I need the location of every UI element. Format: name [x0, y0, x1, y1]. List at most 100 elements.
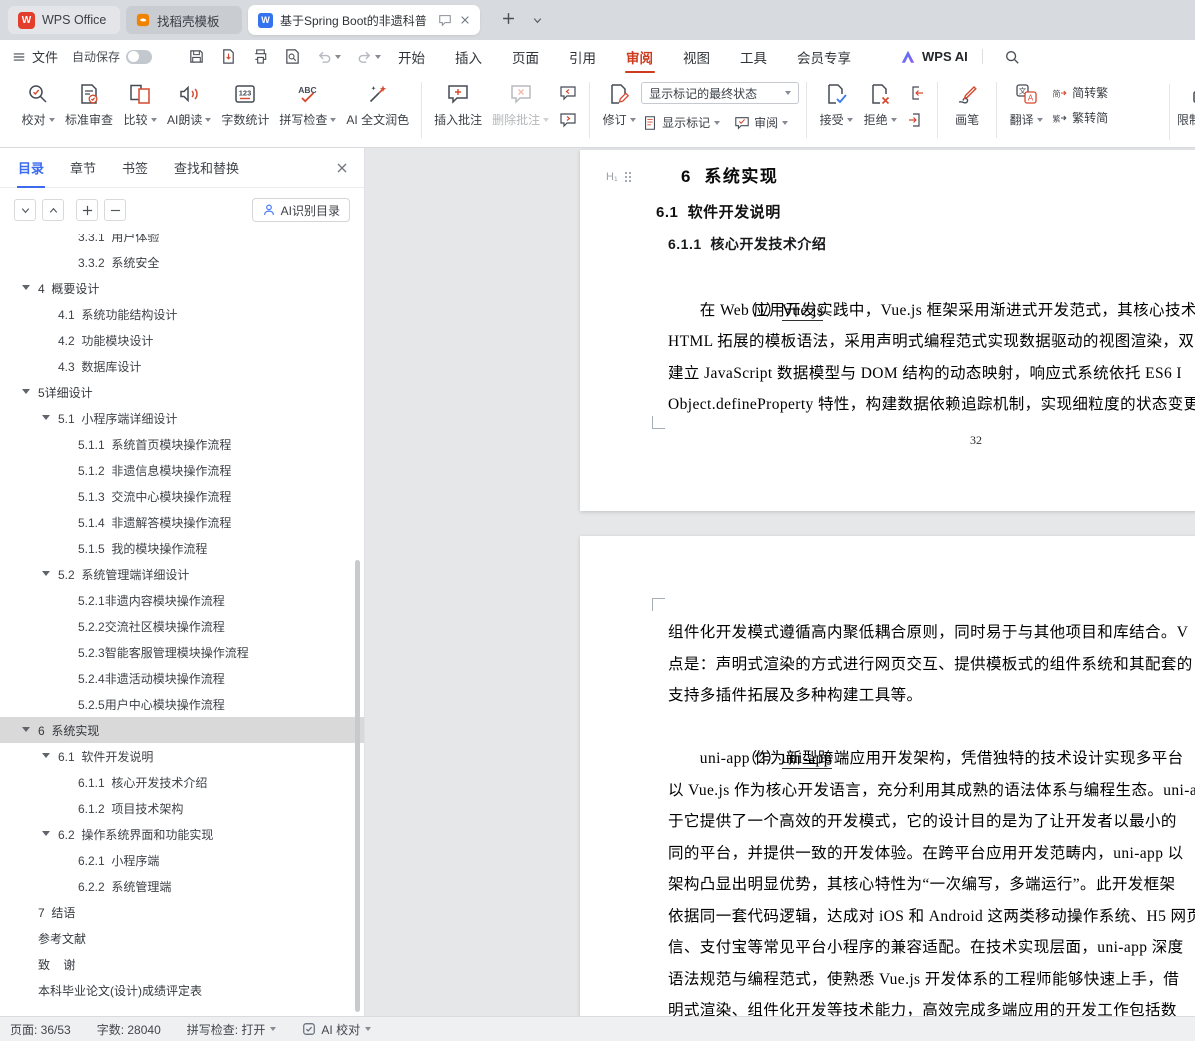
tab-wps-home[interactable]: W WPS Office: [8, 6, 120, 34]
save-icon[interactable]: [188, 48, 205, 65]
new-tab-button[interactable]: [502, 12, 515, 25]
document-text-line[interactable]: 语法规范与编程范式，使熟悉 Vue.js 开发体系的工程师能够快速上手，借: [668, 964, 1195, 996]
standard-review-button[interactable]: 标准审查: [60, 80, 118, 128]
doc-list-item[interactable]: （2）uni-app: [668, 712, 1195, 769]
document-text-line[interactable]: 于它提供了一个高效的开发模式，它的设计目的是为了让开发者以最小的: [668, 806, 1195, 838]
word-count-indicator[interactable]: 字数: 28040: [97, 1021, 161, 1038]
outline-item[interactable]: 3.3.1 用户体验: [0, 234, 364, 249]
print-preview-icon[interactable]: [284, 48, 301, 65]
outline-item[interactable]: 5.1.1 系统首页模块操作流程: [0, 431, 364, 457]
reject-change-button[interactable]: 拒绝: [858, 80, 902, 128]
sidebar-scrollbar-thumb[interactable]: [355, 560, 360, 1012]
delete-comment-button[interactable]: 删除批注: [487, 80, 554, 128]
drag-handle-icon[interactable]: [623, 170, 633, 184]
sidebar-tab[interactable]: 目录: [16, 148, 46, 188]
redo-button[interactable]: [356, 48, 381, 65]
sidebar-tab[interactable]: 书签: [122, 148, 148, 188]
doc-heading-level3[interactable]: 6.1.1 核心开发技术介绍: [668, 235, 1195, 254]
document-text-line[interactable]: 在 Web 应用开发实践中，Vue.js 框架采用渐进式开发范式，其核心技术: [668, 295, 1195, 327]
outline-item[interactable]: 6.2 操作系统界面和功能实现: [0, 821, 364, 847]
collapse-all-button[interactable]: [42, 199, 64, 221]
outline-item[interactable]: 本科毕业论文(设计)成绩评定表: [0, 977, 364, 1003]
compare-button[interactable]: 比较: [118, 80, 162, 128]
document-canvas[interactable]: H₁ 6 系统实现 6.1 软件开发说明 6.1.1 核心开发技术介绍 （1）V…: [365, 148, 1195, 1016]
outline-item[interactable]: 5.1 小程序端详细设计: [0, 405, 364, 431]
ai-reading-button[interactable]: AI朗读: [162, 80, 216, 128]
close-sidebar-button[interactable]: [336, 161, 348, 179]
outline-item[interactable]: 5.1.3 交流中心模块操作流程: [0, 483, 364, 509]
ribbon-tab[interactable]: 引用: [569, 40, 596, 73]
document-text-line[interactable]: 建立 JavaScript 数据模型与 DOM 结构的动态映射，响应式系统依托 …: [668, 358, 1195, 390]
expand-arrow-icon[interactable]: [22, 389, 30, 394]
heading-handle[interactable]: H₁: [606, 170, 633, 184]
translate-button[interactable]: 翻译: [1004, 80, 1048, 128]
ai-recognize-toc-button[interactable]: AI识别目录: [251, 198, 350, 222]
print-icon[interactable]: [252, 48, 269, 65]
document-text-line[interactable]: 支持多插件拓展及多种构建工具等。: [668, 680, 1195, 712]
doc-heading-level1[interactable]: 6 系统实现: [681, 165, 1195, 189]
file-menu-button[interactable]: 文件: [12, 40, 58, 73]
outline-item[interactable]: 6.1.2 项目技术架构: [0, 795, 364, 821]
outline-item[interactable]: 5.2.4非遗活动模块操作流程: [0, 665, 364, 691]
expand-arrow-icon[interactable]: [42, 831, 50, 836]
expand-arrow-icon[interactable]: [22, 285, 30, 290]
document-text-line[interactable]: 以 Vue.js 作为核心开发语言，充分利用其成熟的语法体系与编程生态。uni-…: [668, 775, 1195, 807]
document-page-32[interactable]: H₁ 6 系统实现 6.1 软件开发说明 6.1.1 核心开发技术介绍 （1）V…: [580, 150, 1195, 511]
outline-item[interactable]: 5.2.3智能客服管理模块操作流程: [0, 639, 364, 665]
document-text-line[interactable]: 架构凸显出明显优势，其核心特性为“一次编写，多端运行”。此开发框架: [668, 869, 1195, 901]
undo-button[interactable]: [316, 48, 341, 65]
search-button[interactable]: [1004, 40, 1020, 73]
sidebar-tab[interactable]: 章节: [70, 148, 96, 188]
next-change-button[interactable]: [905, 110, 927, 130]
word-count-button[interactable]: 字数统计: [216, 80, 274, 128]
document-text-line[interactable]: 信、支付宝等常见平台小程序的兼容适配。在技术实现层面，uni-app 深度: [668, 932, 1195, 964]
export-pdf-icon[interactable]: [220, 48, 237, 65]
ai-polish-button[interactable]: AI 全文润色: [341, 80, 414, 128]
accept-change-button[interactable]: 接受: [814, 80, 858, 128]
page-indicator[interactable]: 页面: 36/53: [10, 1021, 71, 1038]
document-page-33[interactable]: 组件化开发模式遵循高内聚低耦合原则，同时易于与其他项目和库结合。V 点是：声明式渲…: [580, 536, 1195, 1016]
ribbon-tab[interactable]: 会员专享: [797, 40, 851, 73]
outline-item[interactable]: 5.2.2交流社区模块操作流程: [0, 613, 364, 639]
outline-item[interactable]: 7 结语: [0, 899, 364, 925]
promote-heading-button[interactable]: [76, 199, 98, 221]
sidebar-tab[interactable]: 查找和替换: [174, 148, 239, 188]
outline-item[interactable]: 6.1 软件开发说明: [0, 743, 364, 769]
doc-heading-level2[interactable]: 6.1 软件开发说明: [656, 203, 1195, 223]
review-pane-button[interactable]: 审阅: [734, 114, 789, 131]
expand-arrow-icon[interactable]: [42, 753, 50, 758]
autosave-control[interactable]: 自动保存: [72, 40, 153, 73]
insert-comment-button[interactable]: 插入批注: [429, 80, 487, 128]
wps-ai-button[interactable]: WPS AI: [900, 40, 968, 73]
markup-state-select[interactable]: 显示标记的最终状态: [641, 82, 800, 104]
outline-item[interactable]: 4 概要设计: [0, 275, 364, 301]
next-comment-button[interactable]: [557, 110, 579, 130]
document-text-line[interactable]: Object.defineProperty 特性，构建数据依赖追踪机制，实现细粒…: [668, 389, 1195, 421]
outline-item[interactable]: 致 谢: [0, 951, 364, 977]
outline-item[interactable]: 3.3.2 系统安全: [0, 249, 364, 275]
document-text-line[interactable]: uni-app 作为新型跨端应用开发架构，凭借独特的技术设计实现多平台: [668, 743, 1195, 775]
expand-arrow-icon[interactable]: [22, 727, 30, 732]
spell-check-button[interactable]: 拼写检查: [274, 80, 341, 128]
outline-item[interactable]: 5.1.5 我的模块操作流程: [0, 535, 364, 561]
tab-active-document[interactable]: W 基于Spring Boot的非遗科普: [248, 5, 480, 35]
document-text-line[interactable]: 组件化开发模式遵循高内聚低耦合原则，同时易于与其他项目和库结合。V: [668, 617, 1195, 649]
comment-indicator-icon[interactable]: [438, 13, 452, 27]
doc-list-item[interactable]: （1）Vue.js: [668, 263, 1195, 321]
document-text-line[interactable]: 点是：声明式渲染的方式进行网页交互、提供模板式的组件系统和其配套的: [668, 649, 1195, 681]
track-changes-button[interactable]: 修订: [597, 80, 641, 128]
outline-item[interactable]: 5.1.4 非遗解答模块操作流程: [0, 509, 364, 535]
previous-comment-button[interactable]: [557, 83, 579, 103]
outline-item[interactable]: 5.2.1非遗内容模块操作流程: [0, 587, 364, 613]
expand-all-button[interactable]: [14, 199, 36, 221]
ribbon-tab[interactable]: 插入: [455, 40, 482, 73]
outline-item[interactable]: 5详细设计: [0, 379, 364, 405]
proofread-button[interactable]: 校对: [16, 80, 60, 128]
outline-item[interactable]: 参考文献: [0, 925, 364, 951]
expand-arrow-icon[interactable]: [42, 571, 50, 576]
ribbon-tab[interactable]: 审阅: [626, 40, 653, 73]
ribbon-tab[interactable]: 视图: [683, 40, 710, 73]
document-text-line[interactable]: 依据同一套代码逻辑，达成对 iOS 和 Android 这两类移动操作系统、H5…: [668, 901, 1195, 933]
simplified-to-traditional-button[interactable]: 简转繁: [1052, 84, 1108, 101]
document-text-line[interactable]: 同的平台，并提供一致的开发体验。在跨平台应用开发范畴内，uni-app 以: [668, 838, 1195, 870]
